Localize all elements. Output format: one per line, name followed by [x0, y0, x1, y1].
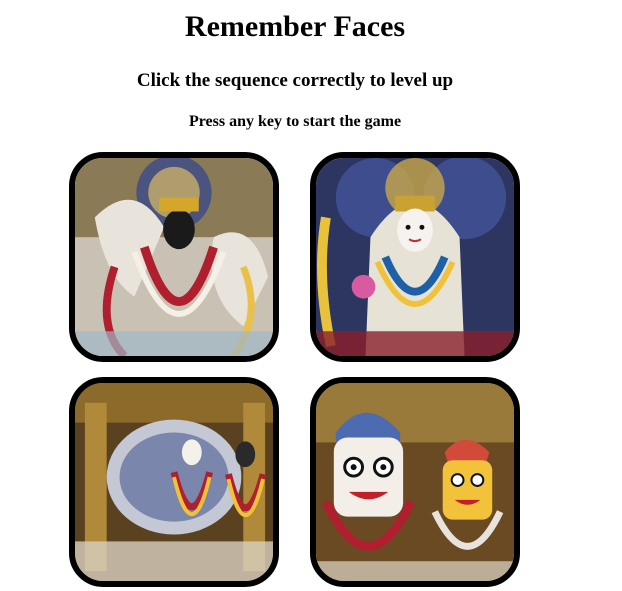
start-prompt: Press any key to start the game — [188, 113, 402, 130]
level-instructions: Click the sequence correctly to level up — [136, 70, 454, 91]
face-tile-3[interactable] — [69, 377, 279, 587]
face-tile-1[interactable] — [69, 152, 279, 362]
face-tile-2[interactable] — [310, 152, 520, 362]
deity-image-3 — [75, 383, 273, 581]
face-tile-4[interactable] — [310, 377, 520, 587]
deity-image-1 — [75, 158, 273, 356]
page-title: Remember Faces — [184, 10, 406, 43]
deity-image-4 — [316, 383, 514, 581]
deity-image-2 — [316, 158, 514, 356]
